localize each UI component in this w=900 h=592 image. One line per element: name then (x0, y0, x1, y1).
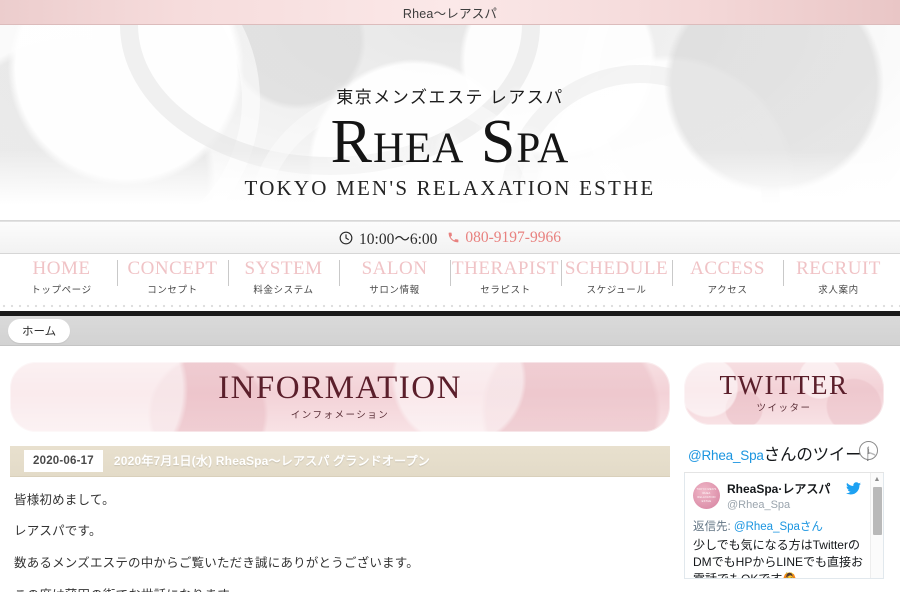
article-paragraph: この度は蒲田の街でお世話になります。 (14, 586, 666, 592)
phone-number[interactable]: 080-9197-9966 (447, 229, 561, 247)
article-paragraph: 数あるメンズエステの中からご覧いただき誠にありがとうございます。 (14, 556, 419, 571)
dotted-divider (0, 302, 900, 311)
scrollbar-up-arrow[interactable]: ▲ (871, 473, 883, 486)
phone-number-text: 080-9197-9966 (465, 228, 561, 246)
nav-item-label-en: SYSTEM (244, 258, 323, 279)
nav-item-label-en: THERAPIST (452, 258, 559, 279)
breadcrumb-item-home[interactable]: ホーム (8, 318, 71, 343)
nav-item-label-ja: アクセス (707, 284, 748, 296)
tweet-author-block: RheaSpa·レアスパ @Rhea_Spa (727, 482, 865, 512)
scrollbar[interactable]: ▲ (870, 473, 883, 579)
twitter-timeline-header: @Rhea_Spaさんのツイート i (684, 441, 884, 474)
twitter-timeline-handle[interactable]: @Rhea_Spa (688, 448, 764, 463)
article-body: 皆様初めまして。 レアスパです。 数あるメンズエステの中からご覧いただき誠にあり… (10, 491, 670, 592)
article-paragraph: レアスパです。 (14, 524, 102, 539)
hero-header: 東京メンズエステ レアスパ Rhea Spa TOKYO MEN'S RELAX… (0, 25, 900, 221)
nav-item-label-en: RECRUIT (796, 258, 881, 279)
scrollbar-thumb[interactable] (873, 487, 882, 536)
nav-item-label-en: CONCEPT (127, 258, 218, 279)
tweet-author-row: RheaSpa·レアスパ (727, 482, 865, 498)
nav-item-label-ja: 求人案内 (818, 284, 859, 296)
avatar[interactable]: TOKYO MEN'S RHEA RELAXATION ESTHE (693, 482, 720, 510)
twitter-banner-title: TWITTER (719, 370, 849, 400)
nav-item-label-ja: スケジュール (586, 284, 647, 296)
page-body: INFORMATION インフォメーション 2020-06-17 2020年7月… (0, 346, 900, 592)
tweet-author-handle[interactable]: @Rhea_Spa (727, 498, 865, 512)
nav-item-label-ja: トップページ (31, 284, 92, 296)
twitter-timeline-title: @Rhea_Spaさんのツイート (688, 441, 878, 465)
avatar-line: ESTHE (701, 499, 712, 503)
browser-title-bar: Rhea〜レアスパ (0, 0, 900, 25)
nav-item-concept[interactable]: CONCEPT コンセプト (117, 254, 228, 296)
nav-item-therapist[interactable]: THERAPIST セラピスト (450, 254, 561, 296)
news-date: 2020-06-17 (24, 449, 103, 472)
site-title: Rhea〜レアスパ (402, 6, 498, 21)
nav-item-label-en: SALON (361, 258, 428, 279)
breadcrumb: ホーム (0, 316, 900, 346)
information-banner-subtitle: インフォメーション (290, 409, 390, 421)
main-navigation: HOME トップページ CONCEPT コンセプト SYSTEM 料金システム … (0, 254, 900, 302)
logo-wordmark: Rhea Spa (330, 108, 570, 176)
twitter-banner: TWITTER ツイッター (684, 362, 884, 425)
nav-item-label-ja: 料金システム (253, 284, 314, 296)
tweet-text: 少しでも気になる方はTwitterのDMでもHPからLINEでも直接お電話でもO… (693, 537, 864, 579)
nav-item-schedule[interactable]: SCHEDULE スケジュール (561, 254, 672, 296)
article-paragraph: 皆様初めまして。 (14, 492, 115, 507)
tweet-reply-to: 返信先: @Rhea_Spaさん (693, 518, 865, 534)
nav-item-label-ja: セラピスト (480, 284, 531, 296)
information-banner: INFORMATION インフォメーション (10, 362, 670, 432)
business-hours-text: 10:00〜6:00 (359, 230, 438, 248)
news-title: 2020年7月1日(水) RheaSpa〜レアスパ グランドオープン (113, 454, 430, 469)
nav-item-label-en: HOME (32, 258, 91, 279)
nav-item-label-ja: サロン情報 (369, 284, 420, 296)
nav-items: HOME トップページ CONCEPT コンセプト SYSTEM 料金システム … (0, 254, 900, 296)
information-column: INFORMATION インフォメーション 2020-06-17 2020年7月… (10, 362, 670, 592)
twitter-bird-icon (846, 482, 865, 498)
nav-item-access[interactable]: ACCESS アクセス (672, 254, 783, 296)
tweet-reply-prefix: 返信先: (693, 520, 731, 533)
tweet-reply-handle[interactable]: @Rhea_Spaさん (734, 521, 823, 533)
nav-item-label-en: ACCESS (690, 258, 765, 279)
nav-item-home[interactable]: HOME トップページ (6, 254, 117, 296)
logo-subtitle: TOKYO MEN'S RELAXATION ESTHE (244, 176, 656, 201)
twitter-timeline-scrollbox[interactable]: TOKYO MEN'S RHEA RELAXATION ESTHE RheaSp… (684, 473, 884, 580)
site-logo[interactable]: 東京メンズエステ レアスパ Rhea Spa TOKYO MEN'S RELAX… (0, 83, 900, 201)
information-banner-title: INFORMATION (218, 370, 462, 406)
hours-phone-strip: 10:00〜6:00 080-9197-9966 (0, 221, 900, 254)
phone-icon (447, 231, 460, 244)
tweet-author-name[interactable]: RheaSpa·レアスパ (727, 483, 830, 497)
twitter-column: TWITTER ツイッター @Rhea_Spaさんのツイート i TOKYO M… (684, 362, 884, 592)
tweet-header: TOKYO MEN'S RHEA RELAXATION ESTHE RheaSp… (693, 482, 865, 512)
news-list-item[interactable]: 2020-06-17 2020年7月1日(水) RheaSpa〜レアスパ グラン… (10, 445, 670, 477)
twitter-banner-subtitle: ツイッター (756, 403, 812, 415)
nav-item-label-en: SCHEDULE (564, 258, 669, 279)
nav-item-system[interactable]: SYSTEM 料金システム (228, 254, 339, 296)
news-list: 2020-06-17 2020年7月1日(水) RheaSpa〜レアスパ グラン… (10, 445, 670, 477)
clock-icon (339, 231, 353, 245)
tweet-card[interactable]: TOKYO MEN'S RHEA RELAXATION ESTHE RheaSp… (685, 473, 883, 579)
business-hours: 10:00〜6:00 (339, 227, 437, 249)
nav-item-recruit[interactable]: RECRUIT 求人案内 (783, 254, 894, 296)
nav-item-label-ja: コンセプト (147, 284, 198, 296)
nav-item-salon[interactable]: SALON サロン情報 (339, 254, 450, 296)
logo-tagline: 東京メンズエステ レアスパ (336, 88, 564, 107)
